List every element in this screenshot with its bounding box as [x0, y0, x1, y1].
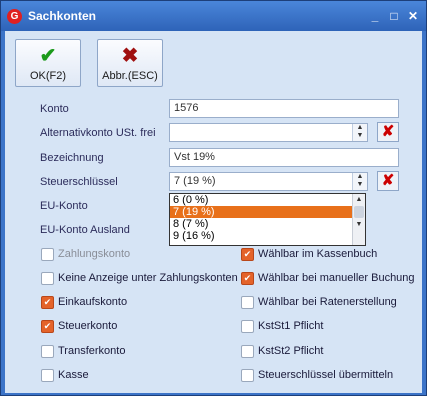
eu-konto-ausland-label: EU-Konto Ausland: [40, 224, 130, 236]
checkbox-label: Transferkonto: [58, 345, 126, 357]
steuerschluessel-label: Steuerschlüssel: [40, 176, 118, 188]
steuerschluessel-value: 7 (19 %): [174, 175, 216, 187]
checkbox-label: Wählbar im Kassenbuch: [258, 248, 378, 260]
sachkonten-window: G Sachkonten _ □ ✕ ✔ OK(F2) ✖ Abbr.(ESC)…: [0, 0, 427, 396]
window-title: Sachkonten: [28, 9, 97, 23]
check-icon: ✔: [39, 45, 57, 67]
checkbox-box[interactable]: [241, 369, 254, 382]
dropdown-option[interactable]: 9 (16 %): [170, 230, 365, 242]
ok-button-label: OK(F2): [29, 70, 67, 82]
scroll-down-icon[interactable]: ▼: [353, 219, 365, 230]
checkbox-box[interactable]: [41, 248, 54, 261]
checkbox-box[interactable]: [41, 272, 54, 285]
konto-input[interactable]: 1576: [169, 99, 399, 118]
cancel-button-label: Abbr.(ESC): [102, 70, 158, 82]
cross-icon: ✖: [121, 45, 139, 67]
checkbox-label: Zahlungskonto: [58, 248, 131, 260]
checkbox-box[interactable]: [241, 320, 254, 333]
checkbox-label: KstSt1 Pflicht: [258, 320, 324, 332]
dropdown-option[interactable]: 6 (0 %): [170, 194, 365, 206]
checkbox-label: Wählbar bei manueller Buchung: [258, 272, 415, 284]
checkbox-label: Keine Anzeige unter Zahlungskonten: [58, 272, 238, 284]
checkbox-box[interactable]: [41, 345, 54, 358]
checkmark-icon[interactable]: ✔: [241, 272, 254, 285]
dialog-body: ✔ OK(F2) ✖ Abbr.(ESC) Konto 1576 Alterna…: [5, 31, 422, 393]
dropdown-option[interactable]: 8 (7 %): [170, 218, 365, 230]
checkbox-box[interactable]: [41, 369, 54, 382]
checkbox-box[interactable]: [241, 345, 254, 358]
steuerschluessel-combo[interactable]: 7 (19 %) ▲ ▼: [169, 172, 368, 191]
checkbox-label: Steuerschlüssel übermitteln: [258, 369, 394, 381]
bezeichnung-label: Bezeichnung: [40, 152, 104, 164]
bezeichnung-input[interactable]: Vst 19%: [169, 148, 399, 167]
combo-arrows-icon[interactable]: ▲ ▼: [352, 124, 367, 141]
checkbox-label: Kasse: [58, 369, 89, 381]
combo-arrows-icon[interactable]: ▲ ▼: [352, 173, 367, 190]
ok-button[interactable]: ✔ OK(F2): [15, 39, 81, 87]
scroll-up-icon[interactable]: ▲: [353, 194, 365, 205]
alternativkonto-combo[interactable]: ▲ ▼: [169, 123, 368, 142]
alternativkonto-label: Alternativkonto USt. frei: [40, 127, 156, 139]
dropdown-scrollbar[interactable]: ▲ ▼: [352, 194, 365, 245]
checkmark-icon[interactable]: ✔: [241, 248, 254, 261]
checkmark-icon[interactable]: ✔: [41, 320, 54, 333]
maximize-button[interactable]: □: [386, 9, 402, 24]
checkbox-label: Steuerkonto: [58, 320, 118, 332]
checkbox-label: Einkaufskonto: [58, 296, 128, 308]
scroll-thumb[interactable]: [354, 206, 364, 218]
checkbox-box[interactable]: [241, 296, 254, 309]
checkbox-label: Wählbar bei Ratenerstellung: [258, 296, 397, 308]
checkbox-label: KstSt2 Pflicht: [258, 345, 324, 357]
eu-konto-label: EU-Konto: [40, 200, 88, 212]
title-bar[interactable]: G Sachkonten _ □ ✕: [1, 1, 426, 31]
steuerschluessel-delete-button[interactable]: ✘: [377, 171, 399, 191]
close-button[interactable]: ✕: [405, 9, 421, 24]
konto-label: Konto: [40, 103, 69, 115]
checkmark-icon[interactable]: ✔: [41, 296, 54, 309]
alternativkonto-delete-button[interactable]: ✘: [377, 122, 399, 142]
app-icon: G: [7, 9, 22, 24]
cancel-button[interactable]: ✖ Abbr.(ESC): [97, 39, 163, 87]
steuerschluessel-dropdown-list[interactable]: 6 (0 %) 7 (19 %) 8 (7 %) 9 (16 %) ▲ ▼: [169, 193, 366, 246]
dropdown-option-selected[interactable]: 7 (19 %): [170, 206, 365, 218]
minimize-button[interactable]: _: [367, 9, 383, 24]
